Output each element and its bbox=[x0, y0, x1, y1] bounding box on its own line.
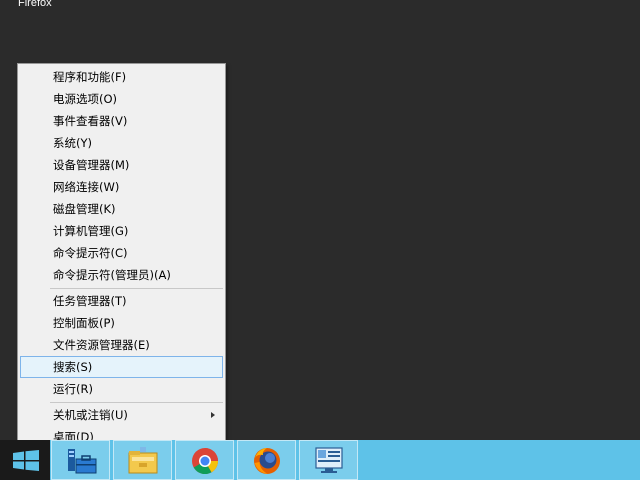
taskbar-firefox[interactable] bbox=[237, 440, 296, 480]
desktop: Firefox 程序和功能(F) 电源选项(O) 事件查看器(V) 系统(Y) … bbox=[0, 0, 640, 450]
menu-item-file-explorer[interactable]: 文件资源管理器(E) bbox=[20, 334, 223, 356]
menu-item-search[interactable]: 搜索(S) bbox=[20, 356, 223, 378]
menu-item-power-options[interactable]: 电源选项(O) bbox=[20, 88, 223, 110]
server-manager-icon bbox=[68, 449, 97, 474]
remote-desktop-icon bbox=[315, 447, 343, 473]
menu-item-label: 关机或注销(U) bbox=[53, 408, 128, 422]
menu-item-computer-management[interactable]: 计算机管理(G) bbox=[20, 220, 223, 242]
firefox-icon bbox=[254, 448, 280, 474]
menu-item-shutdown-signout[interactable]: 关机或注销(U) bbox=[20, 404, 223, 426]
winx-context-menu: 程序和功能(F) 电源选项(O) 事件查看器(V) 系统(Y) 设备管理器(M)… bbox=[17, 63, 226, 450]
menu-item-run[interactable]: 运行(R) bbox=[20, 378, 223, 400]
chrome-icon bbox=[192, 448, 219, 475]
submenu-arrow-icon bbox=[211, 412, 215, 418]
menu-item-network-connections[interactable]: 网络连接(W) bbox=[20, 176, 223, 198]
start-button[interactable] bbox=[0, 440, 50, 480]
menu-item-command-prompt-admin[interactable]: 命令提示符(管理员)(A) bbox=[20, 264, 223, 286]
menu-item-control-panel[interactable]: 控制面板(P) bbox=[20, 312, 223, 334]
desktop-icon-label[interactable]: Firefox bbox=[18, 0, 52, 9]
menu-separator bbox=[50, 402, 223, 403]
file-explorer-icon bbox=[128, 447, 158, 474]
menu-item-command-prompt[interactable]: 命令提示符(C) bbox=[20, 242, 223, 264]
menu-item-event-viewer[interactable]: 事件查看器(V) bbox=[20, 110, 223, 132]
taskbar bbox=[0, 440, 640, 480]
menu-item-programs-features[interactable]: 程序和功能(F) bbox=[20, 66, 223, 88]
taskbar-server-manager[interactable] bbox=[51, 440, 110, 480]
menu-item-disk-management[interactable]: 磁盘管理(K) bbox=[20, 198, 223, 220]
menu-item-task-manager[interactable]: 任务管理器(T) bbox=[20, 290, 223, 312]
menu-item-device-manager[interactable]: 设备管理器(M) bbox=[20, 154, 223, 176]
taskbar-remote-desktop[interactable] bbox=[299, 440, 358, 480]
menu-item-system[interactable]: 系统(Y) bbox=[20, 132, 223, 154]
windows-logo-icon bbox=[13, 450, 39, 471]
taskbar-file-explorer[interactable] bbox=[113, 440, 172, 480]
menu-separator bbox=[50, 288, 223, 289]
taskbar-chrome[interactable] bbox=[175, 440, 234, 480]
